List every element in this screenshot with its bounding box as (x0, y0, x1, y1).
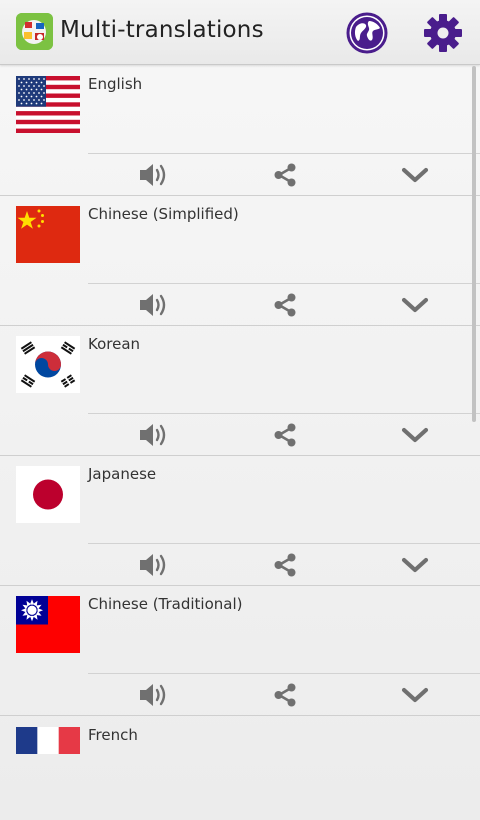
expand-button[interactable] (398, 290, 432, 320)
divider (88, 673, 480, 674)
share-button[interactable] (268, 550, 302, 580)
globe-icon (346, 12, 388, 54)
app-bar: Multi-translations (0, 0, 480, 65)
divider (88, 413, 480, 414)
language-card-french: French (0, 717, 480, 820)
speaker-icon (140, 554, 166, 576)
speak-button[interactable] (137, 680, 171, 710)
japan-flag (16, 466, 80, 523)
share-icon (274, 293, 296, 317)
china-flag (16, 206, 80, 263)
language-name: Korean (88, 335, 141, 353)
scrollbar[interactable] (472, 66, 476, 422)
speak-button[interactable] (137, 550, 171, 580)
language-name: French (88, 726, 138, 744)
speaker-icon (140, 684, 166, 706)
share-icon (274, 163, 296, 187)
speak-button[interactable] (137, 160, 171, 190)
globe-button[interactable] (345, 11, 389, 55)
expand-button[interactable] (398, 420, 432, 450)
speak-button[interactable] (137, 290, 171, 320)
chevron-down-icon (401, 557, 429, 573)
share-icon (274, 683, 296, 707)
language-card-chinese-traditional: Chinese (Traditional) (0, 586, 480, 716)
divider (88, 153, 480, 154)
speaker-icon (140, 424, 166, 446)
language-card-english: English (0, 66, 480, 196)
taiwan-flag (16, 596, 80, 653)
speaker-icon (140, 294, 166, 316)
share-button[interactable] (268, 420, 302, 450)
chevron-down-icon (401, 167, 429, 183)
settings-button[interactable] (421, 11, 465, 55)
chevron-down-icon (401, 427, 429, 443)
app-logo-icon (16, 13, 53, 50)
divider (88, 543, 480, 544)
korea-flag (16, 336, 80, 393)
share-button[interactable] (268, 160, 302, 190)
language-name: Chinese (Traditional) (88, 595, 243, 613)
app-title: Multi-translations (60, 17, 264, 43)
gear-icon (424, 14, 462, 52)
france-flag (16, 727, 80, 754)
language-card-japanese: Japanese (0, 456, 480, 586)
expand-button[interactable] (398, 550, 432, 580)
chevron-down-icon (401, 297, 429, 313)
language-list[interactable]: English Chinese (Simplified) Korean Japa… (0, 66, 480, 820)
language-name: Chinese (Simplified) (88, 205, 239, 223)
share-button[interactable] (268, 680, 302, 710)
speaker-icon (140, 164, 166, 186)
share-icon (274, 553, 296, 577)
divider (88, 283, 480, 284)
share-icon (274, 423, 296, 447)
us-flag (16, 76, 80, 133)
share-button[interactable] (268, 290, 302, 320)
language-name: English (88, 75, 143, 93)
language-name: Japanese (88, 465, 157, 483)
speak-button[interactable] (137, 420, 171, 450)
chevron-down-icon (401, 687, 429, 703)
expand-button[interactable] (398, 160, 432, 190)
language-card-chinese-simplified: Chinese (Simplified) (0, 196, 480, 326)
expand-button[interactable] (398, 680, 432, 710)
language-card-korean: Korean (0, 326, 480, 456)
